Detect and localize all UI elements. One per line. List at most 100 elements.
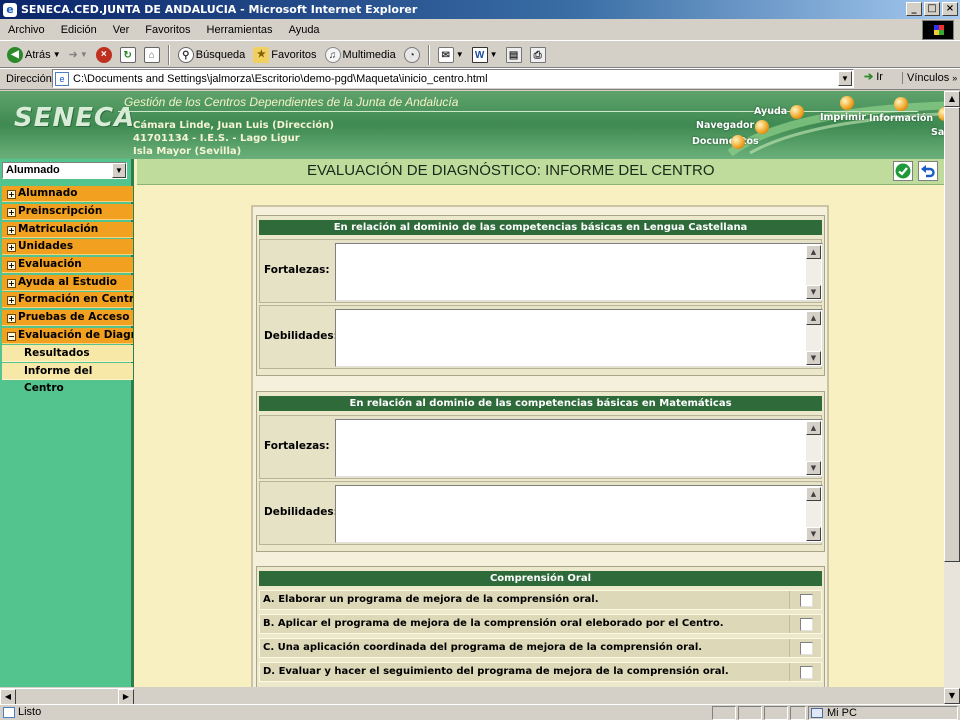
section-heading: Comprensión Oral <box>259 571 822 586</box>
help-orb-icon[interactable] <box>790 105 804 119</box>
textarea-scrollbar[interactable]: ▲ ▼ <box>806 487 821 541</box>
address-input[interactable]: e C:\Documents and Settings\jalmorza\Esc… <box>52 69 854 88</box>
address-dropdown-icon[interactable]: ▼ <box>838 71 852 86</box>
info-orb-icon[interactable] <box>894 97 908 111</box>
forward-dropdown-icon: ▼ <box>79 50 88 59</box>
section-heading: En relación al dominio de las competenci… <box>259 220 822 235</box>
search-button[interactable]: ⚲ Búsqueda <box>175 44 249 66</box>
menu-archivo[interactable]: Archivo <box>0 24 53 36</box>
print-orb-icon[interactable] <box>840 96 854 110</box>
nav-documents[interactable]: Documentos <box>692 136 759 147</box>
sidebar-item-formacion[interactable]: +Formación en Centros <box>2 292 133 308</box>
scroll-thumb[interactable] <box>944 107 960 562</box>
back-button[interactable]: ◀ Atrás ▼ <box>4 44 64 66</box>
sidebar-item-preinscripcion[interactable]: + Preinscripción <box>2 204 133 220</box>
scroll-up-icon[interactable]: ▲ <box>944 91 960 107</box>
scroll-down-icon[interactable]: ▼ <box>944 688 960 704</box>
sidebar-subitem-informe[interactable]: Informe del Centro <box>2 363 133 394</box>
sidebar-subitem-resultados[interactable]: Resultados pruebas <box>2 345 133 376</box>
check-icon <box>895 163 911 179</box>
back-dropdown-icon[interactable]: ▼ <box>53 50 61 59</box>
option-label: D. Evaluar y hacer el seguimiento del pr… <box>263 666 729 677</box>
menu-ver[interactable]: Ver <box>105 24 138 36</box>
sidebar-item-evaluacion-diagnostico[interactable]: −Evaluación de Diagnós <box>2 328 133 344</box>
lengua-weaknesses-textarea[interactable]: ▲ ▼ <box>335 309 823 367</box>
word-icon: W <box>471 46 488 63</box>
nav-print[interactable]: Imprimir <box>820 112 866 123</box>
textarea-scrollbar[interactable]: ▲ ▼ <box>806 311 821 365</box>
back-page-button[interactable] <box>918 161 938 181</box>
option-a-checkbox[interactable] <box>800 594 813 607</box>
search-icon: ⚲ <box>177 46 194 63</box>
undo-arrow-icon <box>921 165 935 178</box>
edit-button[interactable]: W ▼ <box>469 44 501 66</box>
media-button[interactable]: ♫ Multimedia <box>322 44 399 66</box>
textarea-scrollbar[interactable]: ▲ ▼ <box>806 421 821 475</box>
expand-icon: + <box>7 208 16 217</box>
module-dropdown-icon[interactable]: ▼ <box>112 163 126 178</box>
menu-herramientas[interactable]: Herramientas <box>199 24 281 36</box>
section-comprension-oral: Comprensión Oral A. Elaborar un programa… <box>256 566 825 687</box>
menu-favoritos[interactable]: Favoritos <box>137 24 198 36</box>
menu-ayuda[interactable]: Ayuda <box>281 24 328 36</box>
messenger-button[interactable]: ⎙ <box>527 44 549 66</box>
sidebar-item-ayuda-estudio[interactable]: + Ayuda al Estudio <box>2 275 133 291</box>
home-icon: ⌂ <box>143 46 160 63</box>
nav-navigator[interactable]: Navegador <box>696 120 754 131</box>
scroll-right-icon[interactable]: ▶ <box>118 689 134 705</box>
textarea-scrollbar[interactable]: ▲ ▼ <box>806 245 821 299</box>
nav-help[interactable]: Ayuda <box>754 106 787 117</box>
weaknesses-row: Debilidades: ▲ ▼ <box>259 481 823 545</box>
section-heading: En relación al dominio de las competenci… <box>259 396 822 411</box>
accept-button[interactable] <box>893 161 913 181</box>
weaknesses-label: Debilidades: <box>264 330 338 342</box>
history-button[interactable]: ◔ <box>401 44 423 66</box>
sidebar-item-alumnado[interactable]: + Alumnado <box>2 186 133 202</box>
documents-orb-icon[interactable] <box>731 135 745 149</box>
window-title: SENECA.CED.JUNTA DE ANDALUCIA - Microsof… <box>21 3 418 16</box>
user-name: Cámara Linde, Juan Luis (Dirección) <box>133 120 334 131</box>
module-select[interactable]: Alumnado ▼ <box>2 162 127 179</box>
mail-button[interactable]: ✉ ▼ <box>435 44 467 66</box>
menu-edicion[interactable]: Edición <box>53 24 105 36</box>
matematicas-strengths-textarea[interactable]: ▲ ▼ <box>335 419 823 477</box>
links-button[interactable]: Vínculos » <box>902 72 957 84</box>
nav-info[interactable]: Información <box>869 113 933 124</box>
page-title: EVALUACIÓN DE DIAGNÓSTICO: INFORME DEL C… <box>307 162 715 179</box>
go-button[interactable]: ➔ Ir <box>864 70 883 84</box>
lengua-strengths-textarea[interactable]: ▲ ▼ <box>335 243 823 301</box>
matematicas-weaknesses-textarea[interactable]: ▲ ▼ <box>335 485 823 543</box>
page-vscrollbar[interactable]: ▲ ▼ <box>944 91 960 704</box>
refresh-button[interactable]: ↻ <box>117 44 139 66</box>
strengths-row: Fortalezas: ▲ ▼ <box>259 239 823 303</box>
sidebar-item-matriculacion[interactable]: + Matriculación <box>2 222 133 238</box>
close-button[interactable]: × <box>942 2 958 16</box>
option-c-checkbox[interactable] <box>800 642 813 655</box>
app-header: SENECA Gestión de los Centros Dependient… <box>0 91 944 159</box>
option-label: B. Aplicar el programa de mejora de la c… <box>263 618 724 629</box>
sidebar: Alumnado ▼ + Alumnado + Preinscripción + Ma… <box>0 159 134 687</box>
center-name: 41701134 - I.E.S. - Lago Ligur <box>133 133 300 144</box>
maximize-button[interactable]: □ <box>924 2 940 16</box>
forward-button[interactable]: ➜ ▼ <box>66 44 91 66</box>
forward-arrow-icon: ➜ <box>68 49 78 61</box>
favorites-button[interactable]: ★ Favoritos <box>250 44 319 66</box>
sidebar-item-unidades[interactable]: + Unidades <box>2 239 133 255</box>
minimize-button[interactable]: _ <box>906 2 922 16</box>
discuss-button[interactable]: ▤ <box>503 44 525 66</box>
navigator-orb-icon[interactable] <box>755 120 769 134</box>
scroll-left-icon[interactable]: ◀ <box>0 689 16 705</box>
nav-exit[interactable]: Salir <box>931 127 944 138</box>
sidebar-hscrollbar[interactable]: ◀ ▶ <box>0 688 134 705</box>
strengths-row: Fortalezas: ▲ ▼ <box>259 415 823 479</box>
media-icon: ♫ <box>324 46 341 63</box>
sidebar-item-pruebas-acceso[interactable]: + Pruebas de Acceso <box>2 310 133 326</box>
sidebar-item-evaluacion[interactable]: + Evaluación <box>2 257 133 273</box>
option-b-checkbox[interactable] <box>800 618 813 631</box>
strengths-label: Fortalezas: <box>264 264 330 276</box>
oral-option-b: B. Aplicar el programa de mejora de la c… <box>259 614 822 634</box>
stop-button[interactable]: × <box>93 44 115 66</box>
option-d-checkbox[interactable] <box>800 666 813 679</box>
home-button[interactable]: ⌂ <box>141 44 163 66</box>
address-url[interactable]: C:\Documents and Settings\jalmorza\Escri… <box>73 73 488 85</box>
